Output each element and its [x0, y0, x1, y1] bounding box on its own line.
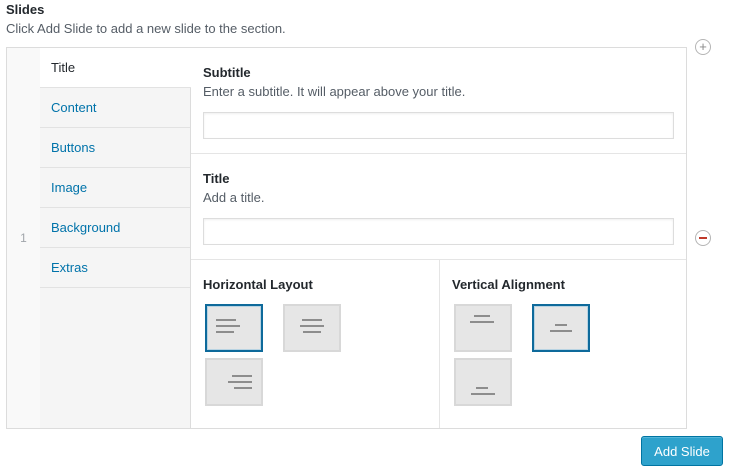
vertical-alignment-options [452, 304, 672, 414]
align-bottom-icon[interactable] [454, 358, 512, 406]
tab-buttons[interactable]: Buttons [40, 128, 190, 168]
remove-slide-button[interactable] [695, 230, 711, 246]
align-left-icon[interactable] [205, 304, 263, 352]
horizontal-layout-group: Horizontal Layout [191, 260, 440, 428]
align-right-icon[interactable] [205, 358, 263, 406]
subtitle-label: Subtitle [203, 65, 251, 80]
section-description: Click Add Slide to add a new slide to th… [6, 21, 286, 36]
tab-title[interactable]: Title [40, 48, 191, 88]
tab-background[interactable]: Background [40, 208, 190, 248]
section-title: Slides [6, 2, 45, 17]
horizontal-layout-options [203, 304, 423, 414]
tab-extras[interactable]: Extras [40, 248, 190, 288]
vertical-alignment-group: Vertical Alignment [440, 260, 686, 428]
align-center-icon[interactable] [283, 304, 341, 352]
align-middle-icon[interactable] [532, 304, 590, 352]
horizontal-layout-label: Horizontal Layout [203, 277, 313, 292]
tab-image[interactable]: Image [40, 168, 190, 208]
title-description: Add a title. [203, 190, 265, 205]
slide-number: 1 [7, 48, 41, 428]
tab-panel-title: Subtitle Enter a subtitle. It will appea… [191, 48, 686, 428]
tab-content[interactable]: Content [40, 88, 190, 128]
subtitle-input[interactable] [203, 112, 674, 139]
minus-icon [699, 237, 707, 239]
plus-icon: + [699, 39, 707, 54]
slide-container: 1 Title Content Buttons Image Background… [6, 47, 687, 429]
vertical-alignment-label: Vertical Alignment [452, 277, 565, 292]
add-slide-above-button[interactable]: + [695, 39, 711, 55]
add-slide-button[interactable]: Add Slide [641, 436, 723, 466]
subtitle-field-group: Subtitle Enter a subtitle. It will appea… [191, 48, 686, 154]
title-input[interactable] [203, 218, 674, 245]
subtitle-description: Enter a subtitle. It will appear above y… [203, 84, 466, 99]
slide-tabs: Title Content Buttons Image Background E… [40, 48, 191, 428]
title-field-group: Title Add a title. [191, 154, 686, 260]
title-label: Title [203, 171, 230, 186]
align-top-icon[interactable] [454, 304, 512, 352]
